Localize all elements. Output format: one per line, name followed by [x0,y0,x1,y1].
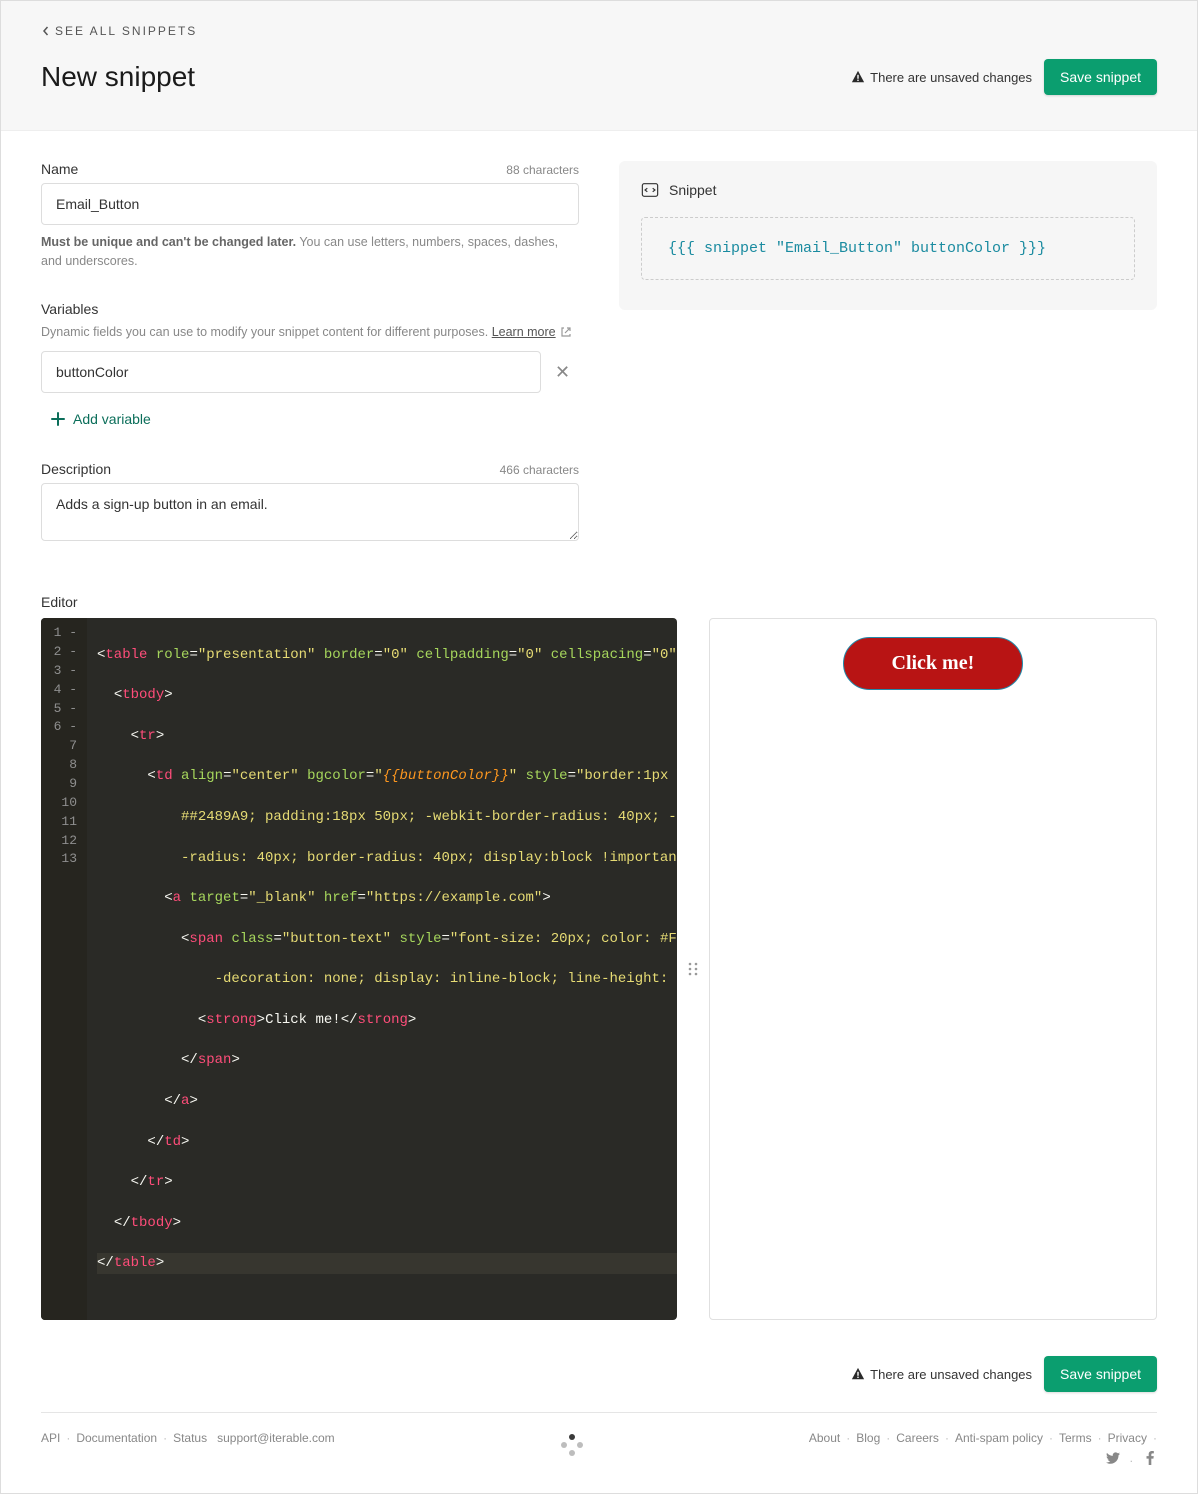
variable-input[interactable] [41,351,541,393]
description-input[interactable]: Adds a sign-up button in an email. [41,483,579,541]
footer-link-terms[interactable]: Terms [1059,1431,1092,1445]
name-section: Name 88 characters Must be unique and ca… [41,161,579,271]
remove-variable-button[interactable]: ✕ [551,358,574,387]
editor-label: Editor [41,594,1157,610]
header-actions: There are unsaved changes Save snippet [851,59,1157,95]
page-header: SEE ALL SNIPPETS New snippet There are u… [1,1,1197,131]
variable-row: ✕ [41,351,579,393]
unsaved-warning-bottom: There are unsaved changes [851,1367,1032,1382]
preview-pane: Click me! [709,618,1157,1320]
name-char-count: 88 characters [506,163,579,177]
name-help-strong: Must be unique and can't be changed late… [41,235,296,249]
save-button-bottom[interactable]: Save snippet [1044,1356,1157,1392]
description-char-count: 466 characters [500,463,579,477]
add-variable-label: Add variable [73,411,151,427]
footer-right-links: About· Blog· Careers· Anti-spam policy· … [809,1431,1157,1445]
snippet-code: {{{ snippet "Email_Button" buttonColor }… [641,217,1135,280]
variables-help: Dynamic fields you can use to modify you… [41,323,579,342]
page-footer: API· Documentation· Status support@itera… [41,1412,1157,1493]
chevron-left-icon [41,26,51,36]
footer-link-privacy[interactable]: Privacy [1108,1431,1147,1445]
code-icon [641,181,659,199]
footer-link-status[interactable]: Status [173,1431,207,1445]
facebook-link[interactable] [1143,1451,1157,1468]
variables-section: Variables Dynamic fields you can use to … [41,301,579,432]
footer-link-docs[interactable]: Documentation [76,1431,157,1445]
twitter-link[interactable] [1106,1451,1120,1468]
plus-icon [51,412,65,426]
variables-help-text: Dynamic fields you can use to modify you… [41,325,492,339]
footer-support-email[interactable]: support@iterable.com [217,1431,335,1445]
unsaved-warning: There are unsaved changes [851,70,1032,85]
preview-button[interactable]: Click me! [843,637,1023,690]
unsaved-text: There are unsaved changes [870,70,1032,85]
learn-more-label: Learn more [492,323,556,342]
footer-actions: There are unsaved changes Save snippet [1,1340,1197,1412]
page-title: New snippet [41,61,195,93]
save-button[interactable]: Save snippet [1044,59,1157,95]
unsaved-text-bottom: There are unsaved changes [870,1367,1032,1382]
facebook-icon [1143,1451,1157,1465]
logo-icon [558,1431,586,1459]
footer-link-careers[interactable]: Careers [896,1431,939,1445]
resize-handle[interactable] [685,618,701,1320]
footer-link-about[interactable]: About [809,1431,840,1445]
back-link[interactable]: SEE ALL SNIPPETS [41,24,197,38]
editor-gutter: 1 -2 -3 -4 -5 -6 -78910111213 [41,618,87,1320]
name-label: Name [41,161,78,177]
warning-icon [851,1367,865,1381]
editor-code: <table role="presentation" border="0" ce… [87,618,677,1320]
snippet-panel-label: Snippet [669,182,716,198]
drag-handle-icon [687,961,699,977]
back-link-label: SEE ALL SNIPPETS [55,24,197,38]
name-help: Must be unique and can't be changed late… [41,233,579,271]
footer-link-blog[interactable]: Blog [856,1431,880,1445]
footer-left-links: API· Documentation· Status support@itera… [41,1431,335,1445]
variables-label: Variables [41,301,579,317]
code-editor[interactable]: 1 -2 -3 -4 -5 -6 -78910111213 <table rol… [41,618,677,1320]
description-section: Description 466 characters Adds a sign-u… [41,461,579,544]
add-variable-button[interactable]: Add variable [41,407,161,431]
learn-more-link[interactable]: Learn more [492,323,572,342]
footer-link-api[interactable]: API [41,1431,60,1445]
snippet-panel: Snippet {{{ snippet "Email_Button" butto… [619,161,1157,310]
external-link-icon [560,326,572,338]
name-input[interactable] [41,183,579,225]
warning-icon [851,70,865,84]
description-label: Description [41,461,111,477]
editor-section: Editor 1 -2 -3 -4 -5 -6 -78910111213 <ta… [1,594,1197,1340]
twitter-icon [1106,1451,1120,1465]
footer-link-antispam[interactable]: Anti-spam policy [955,1431,1043,1445]
